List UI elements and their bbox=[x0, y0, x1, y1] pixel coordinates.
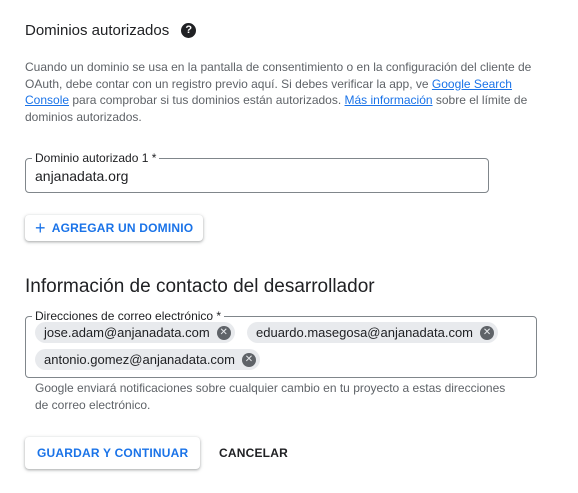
authorized-domain-input[interactable]: anjanadata.org bbox=[35, 168, 128, 184]
cancel-button[interactable]: CANCELAR bbox=[207, 437, 300, 469]
email-chip-text: antonio.gomez@anjanadata.com bbox=[44, 352, 235, 367]
close-icon[interactable]: ✕ bbox=[216, 325, 231, 340]
developer-contact-title: Información de contacto del desarrollado… bbox=[25, 276, 375, 297]
authorized-domains-title: Dominios autorizados bbox=[25, 22, 170, 39]
authorized-domains-description: Cuando un dominio se usa en la pantalla … bbox=[25, 59, 535, 125]
email-field-hint: Google enviará notificaciones sobre cual… bbox=[35, 381, 506, 412]
plus-icon: + bbox=[35, 218, 46, 238]
email-chip-text: jose.adam@anjanadata.com bbox=[44, 325, 210, 340]
authorized-domain-field[interactable]: Dominio autorizado 1 * anjanadata.org bbox=[25, 151, 489, 193]
add-domain-label: AGREGAR UN DOMINIO bbox=[51, 221, 194, 235]
save-and-continue-button[interactable]: GUARDAR Y CONTINUAR bbox=[25, 437, 201, 469]
authorized-domains-heading: Dominios autorizados ? bbox=[25, 22, 197, 39]
developer-email-field[interactable]: Direcciones de correo electrónico * jose… bbox=[25, 309, 537, 378]
email-chip-text: eduardo.masegosa@anjanadata.com bbox=[256, 325, 474, 340]
email-chip: jose.adam@anjanadata.com ✕ bbox=[35, 322, 235, 343]
authorized-domain-label: Dominio autorizado 1 * bbox=[32, 151, 160, 165]
more-info-link[interactable]: Más información bbox=[345, 93, 433, 107]
email-chip: antonio.gomez@anjanadata.com ✕ bbox=[35, 349, 260, 370]
close-icon[interactable]: ✕ bbox=[480, 325, 495, 340]
close-icon[interactable]: ✕ bbox=[242, 352, 256, 367]
add-domain-button[interactable]: + AGREGAR UN DOMINIO bbox=[25, 215, 204, 241]
description-text-2: para comprobar si tus dominios están aut… bbox=[69, 93, 345, 107]
oauth-consent-form: Dominios autorizados ? Cuando un dominio… bbox=[0, 0, 578, 493]
developer-email-label: Direcciones de correo electrónico * bbox=[32, 309, 225, 323]
help-icon[interactable]: ? bbox=[181, 23, 197, 38]
email-chip: eduardo.masegosa@anjanadata.com ✕ bbox=[247, 322, 499, 343]
